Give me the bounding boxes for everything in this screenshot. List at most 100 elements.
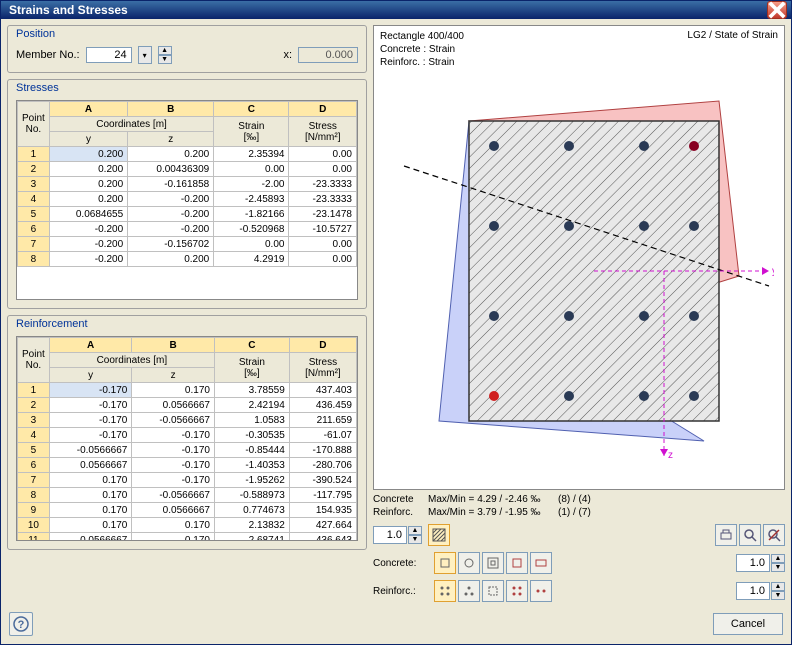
cell-stress[interactable]: 0.00 [289, 252, 357, 267]
cell-strain[interactable]: 2.68741 [214, 533, 289, 542]
zoom-button[interactable] [739, 524, 761, 546]
cell-z[interactable]: 0.00436309 [128, 162, 214, 177]
table-row[interactable]: 60.0566667-0.170-1.40353-280.706 [18, 458, 357, 473]
cell-y[interactable]: 0.170 [49, 488, 132, 503]
table-row[interactable]: 110.05666670.1702.68741436.643 [18, 533, 357, 542]
cell-stress[interactable]: 436.459 [289, 398, 356, 413]
table-row[interactable]: 70.170-0.170-1.95262-390.524 [18, 473, 357, 488]
reinf-mode-2[interactable] [458, 580, 480, 602]
cell-stress[interactable]: -117.795 [289, 488, 356, 503]
hatch-mode-button[interactable] [428, 524, 450, 546]
conc-mode-3[interactable] [482, 552, 504, 574]
cell-y[interactable]: 0.200 [49, 192, 127, 207]
cell-strain[interactable]: -1.40353 [214, 458, 289, 473]
cell-z[interactable]: -0.161858 [128, 177, 214, 192]
cell-stress[interactable]: 0.00 [289, 237, 357, 252]
cell-y[interactable]: 0.0566667 [49, 533, 132, 542]
cell-y[interactable]: -0.200 [49, 237, 127, 252]
member-no-input[interactable] [86, 47, 132, 63]
cell-z[interactable]: -0.0566667 [132, 413, 215, 428]
table-row[interactable]: 2-0.1700.05666672.42194436.459 [18, 398, 357, 413]
cell-strain[interactable]: -0.520968 [214, 222, 289, 237]
cell-stress[interactable]: -390.524 [289, 473, 356, 488]
table-row[interactable]: 5-0.0566667-0.170-0.85444-170.888 [18, 443, 357, 458]
cell-strain[interactable]: 2.35394 [214, 147, 289, 162]
conc-mode-2[interactable] [458, 552, 480, 574]
cell-y[interactable]: 0.0566667 [49, 458, 132, 473]
cell-stress[interactable]: -10.5727 [289, 222, 357, 237]
cell-stress[interactable]: 0.00 [289, 147, 357, 162]
cell-strain[interactable]: 0.00 [214, 162, 289, 177]
reinf-mode-3[interactable] [482, 580, 504, 602]
cell-y[interactable]: 0.170 [49, 473, 132, 488]
cell-z[interactable]: -0.170 [132, 473, 215, 488]
cell-z[interactable]: -0.200 [128, 192, 214, 207]
cell-y[interactable]: 0.200 [49, 177, 127, 192]
cell-stress[interactable]: -23.1478 [289, 207, 357, 222]
cell-z[interactable]: 0.0566667 [132, 503, 215, 518]
table-row[interactable]: 4-0.170-0.170-0.30535-61.07 [18, 428, 357, 443]
cell-y[interactable]: -0.0566667 [49, 443, 132, 458]
cell-z[interactable]: -0.200 [128, 207, 214, 222]
cell-stress[interactable]: 436.643 [289, 533, 356, 542]
close-button[interactable] [767, 1, 787, 19]
cell-strain[interactable]: -1.82166 [214, 207, 289, 222]
cell-z[interactable]: -0.156702 [128, 237, 214, 252]
cell-stress[interactable]: 427.664 [289, 518, 356, 533]
concrete-scale-input[interactable] [736, 554, 770, 572]
table-row[interactable]: 8-0.2000.2004.29190.00 [18, 252, 357, 267]
conc-mode-1[interactable] [434, 552, 456, 574]
cancel-button[interactable]: Cancel [713, 613, 783, 635]
cell-stress[interactable]: 211.659 [289, 413, 356, 428]
cell-stress[interactable]: 437.403 [289, 383, 356, 398]
cell-y[interactable]: -0.170 [49, 428, 132, 443]
reinf-mode-5[interactable] [530, 580, 552, 602]
conc-mode-4[interactable] [506, 552, 528, 574]
cell-z[interactable]: 0.200 [128, 252, 214, 267]
cell-y[interactable]: 0.0684655 [49, 207, 127, 222]
global-scale-spinner[interactable]: ▲▼ [408, 526, 422, 544]
cell-stress[interactable]: -23.3333 [289, 192, 357, 207]
cell-stress[interactable]: -280.706 [289, 458, 356, 473]
print-button[interactable] [715, 524, 737, 546]
global-scale-input[interactable] [373, 526, 407, 544]
cell-strain[interactable]: -0.30535 [214, 428, 289, 443]
table-row[interactable]: 6-0.200-0.200-0.520968-10.5727 [18, 222, 357, 237]
cell-y[interactable]: -0.170 [49, 413, 132, 428]
cell-z[interactable]: -0.0566667 [132, 488, 215, 503]
cell-z[interactable]: 0.170 [132, 518, 215, 533]
cell-y[interactable]: 0.170 [49, 518, 132, 533]
table-row[interactable]: 80.170-0.0566667-0.588973-117.795 [18, 488, 357, 503]
table-row[interactable]: 50.0684655-0.200-1.82166-23.1478 [18, 207, 357, 222]
cell-strain[interactable]: -0.85444 [214, 443, 289, 458]
table-row[interactable]: 40.200-0.200-2.45893-23.3333 [18, 192, 357, 207]
cell-z[interactable]: -0.170 [132, 443, 215, 458]
cell-stress[interactable]: -23.3333 [289, 177, 357, 192]
cell-strain[interactable]: -0.588973 [214, 488, 289, 503]
cell-z[interactable]: -0.170 [132, 428, 215, 443]
reinf-mode-4[interactable] [506, 580, 528, 602]
cell-strain[interactable]: 0.774673 [214, 503, 289, 518]
cell-strain[interactable]: 2.42194 [214, 398, 289, 413]
help-button[interactable]: ? [9, 612, 33, 636]
cell-y[interactable]: 0.170 [49, 503, 132, 518]
cell-strain[interactable]: 1.0583 [214, 413, 289, 428]
cell-strain[interactable]: 4.2919 [214, 252, 289, 267]
cell-stress[interactable]: 0.00 [289, 162, 357, 177]
cell-strain[interactable]: -1.95262 [214, 473, 289, 488]
cell-y[interactable]: -0.200 [49, 252, 127, 267]
member-spin-down[interactable]: ▼ [158, 55, 172, 64]
table-row[interactable]: 1-0.1700.1703.78559437.403 [18, 383, 357, 398]
cell-z[interactable]: -0.170 [132, 458, 215, 473]
cell-z[interactable]: 0.170 [132, 383, 215, 398]
table-row[interactable]: 10.2000.2002.353940.00 [18, 147, 357, 162]
section-viewer[interactable]: Rectangle 400/400 Concrete : Strain Rein… [373, 25, 785, 490]
member-spinner[interactable]: ▲ ▼ [158, 46, 172, 64]
member-spin-up[interactable]: ▲ [158, 46, 172, 55]
table-row[interactable]: 20.2000.004363090.000.00 [18, 162, 357, 177]
cell-y[interactable]: 0.200 [49, 162, 127, 177]
cell-z[interactable]: 0.0566667 [132, 398, 215, 413]
cell-stress[interactable]: 154.935 [289, 503, 356, 518]
cell-z[interactable]: 0.200 [128, 147, 214, 162]
table-row[interactable]: 30.200-0.161858-2.00-23.3333 [18, 177, 357, 192]
